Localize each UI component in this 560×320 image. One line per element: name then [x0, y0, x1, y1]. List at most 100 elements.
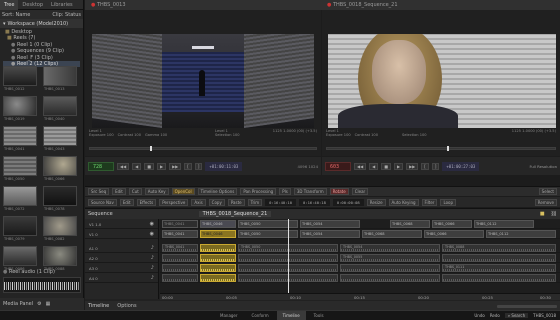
- filter-button[interactable]: Filter: [421, 198, 438, 206]
- redo-button[interactable]: Redo: [490, 313, 500, 318]
- source-timecode-2[interactable]: +01:00:11:03: [205, 161, 243, 171]
- timeline-playhead[interactable]: [288, 219, 289, 299]
- record-video-frame[interactable]: [328, 34, 556, 128]
- track-header-a2[interactable]: A2 0 ♪: [85, 253, 158, 263]
- cut-button[interactable]: Cut: [128, 188, 142, 195]
- mark-out-button[interactable]: ]: [431, 162, 440, 170]
- clip-thumb[interactable]: THBS_0082: [43, 216, 77, 241]
- play-reverse-button[interactable]: ◀: [369, 162, 379, 170]
- opencol-button[interactable]: OpenCol: [171, 188, 195, 195]
- marker-icon[interactable]: ■: [540, 211, 545, 217]
- search-field[interactable]: ⌕ Search: [504, 313, 529, 318]
- play-button[interactable]: ▶: [394, 162, 404, 170]
- video-clip[interactable]: THBS_0112: [486, 230, 556, 238]
- play-reverse-button[interactable]: ◀: [132, 162, 142, 170]
- media-panel-button[interactable]: Media Panel: [3, 301, 33, 307]
- audio-waveform-thumb[interactable]: [3, 277, 81, 293]
- auto-keying-button[interactable]: Auto Keying: [388, 198, 419, 206]
- stop-button[interactable]: ■: [144, 162, 155, 170]
- track-header-a3[interactable]: A3 0 ♪: [85, 263, 158, 273]
- clip-status-dropdown[interactable]: Clip: Status: [52, 12, 81, 18]
- audio-clip[interactable]: THBS_0088: [442, 244, 556, 252]
- tab-timeline-main[interactable]: Timeline: [276, 311, 306, 320]
- axis-button[interactable]: Axis: [191, 198, 206, 206]
- mark-in-button[interactable]: [: [184, 162, 192, 170]
- clip-thumb[interactable]: THBS_0086: [3, 246, 37, 271]
- clip-thumb[interactable]: THBS_0019: [3, 96, 37, 121]
- trim-button[interactable]: Trim: [247, 198, 263, 206]
- video-clip[interactable]: THBS_0054: [300, 220, 360, 228]
- effects-button[interactable]: Effects: [136, 198, 157, 206]
- audio-clip[interactable]: [340, 264, 440, 272]
- workspace-header[interactable]: ▾ Workspace (Model2010): [0, 19, 83, 28]
- video-clip[interactable]: THBS_0066: [432, 220, 472, 228]
- timeline-ruler[interactable]: 00:00 00:05 00:10 00:15 00:20 00:25 00:3…: [160, 293, 560, 300]
- video-clip[interactable]: THBS_0050: [238, 230, 298, 238]
- clip-thumb[interactable]: THBS_0043: [43, 126, 77, 151]
- prev-frame-button[interactable]: ◀◀: [354, 162, 367, 170]
- video-clip[interactable]: THBS_0068: [362, 230, 422, 238]
- mark-in-button[interactable]: [: [421, 162, 429, 170]
- duration-timecode[interactable]: 0:00:00:08: [332, 198, 364, 206]
- clear-button[interactable]: Clear: [351, 188, 369, 195]
- in-timecode[interactable]: 0:16:40:10: [265, 198, 296, 206]
- tab-desktop[interactable]: Desktop: [18, 0, 47, 10]
- pls-button[interactable]: Pls: [279, 188, 291, 195]
- zoom-slider[interactable]: [497, 304, 557, 308]
- undo-button[interactable]: Undo: [474, 313, 484, 318]
- loop-button[interactable]: Loop: [440, 198, 457, 206]
- next-frame-button[interactable]: ▶▶: [406, 162, 419, 170]
- speaker-icon[interactable]: ♪: [151, 255, 154, 261]
- full-resolution-dropdown[interactable]: Full Resolution: [529, 164, 557, 169]
- remove-button[interactable]: Remove: [534, 198, 557, 206]
- clip-thumb[interactable]: THBS_0041: [3, 126, 37, 151]
- audio-clip-selected[interactable]: [200, 244, 236, 252]
- clip-thumb[interactable]: THBS_0072: [3, 186, 37, 211]
- tab-tree[interactable]: Tree: [0, 0, 19, 10]
- audio-clip[interactable]: THBS_0055: [340, 254, 440, 262]
- video-clip-selected[interactable]: THBS_0046: [200, 230, 236, 238]
- video-clip[interactable]: THBS_0050: [238, 220, 298, 228]
- record-timecode-2[interactable]: +01:00:27:03: [442, 161, 480, 171]
- clip-thumb[interactable]: THBS_0088: [43, 246, 77, 271]
- audio-clip[interactable]: [340, 274, 440, 282]
- video-clip[interactable]: THBS_0041: [162, 230, 198, 238]
- eye-icon[interactable]: ◉: [150, 221, 154, 227]
- select-button[interactable]: Select: [538, 188, 557, 195]
- audio-clip[interactable]: [162, 254, 198, 262]
- source-nav-button[interactable]: Source Nav: [88, 198, 117, 206]
- track-header-v2[interactable]: V1 0 ◉: [85, 229, 158, 239]
- track-header-a4[interactable]: A4 0 ♪: [85, 273, 158, 283]
- timeline-sequence-tab[interactable]: Sequence: [88, 211, 113, 217]
- audio-clip-selected[interactable]: [200, 254, 236, 262]
- tab-options[interactable]: Options: [117, 303, 136, 309]
- audio-clip[interactable]: THBS_0111: [442, 264, 556, 272]
- video-clip[interactable]: THBS_0068: [390, 220, 430, 228]
- audio-clip[interactable]: THBS_0054: [340, 244, 440, 252]
- clip-thumb[interactable]: THBS_0050: [3, 156, 37, 181]
- audio-clip-selected[interactable]: [200, 264, 236, 272]
- next-frame-button[interactable]: ▶▶: [169, 162, 182, 170]
- auto-key-button[interactable]: Auto Key: [144, 188, 169, 195]
- rotate-button[interactable]: Rotate: [329, 188, 349, 195]
- link-icon[interactable]: ⛓: [551, 211, 557, 217]
- tab-viewer-right[interactable]: ● THBS_0018_Sequence_21: [321, 0, 560, 10]
- stop-button[interactable]: ■: [381, 162, 392, 170]
- out-timecode[interactable]: 0:16:40:18: [299, 198, 330, 206]
- video-clip[interactable]: THBS_0066: [424, 230, 484, 238]
- copy-button[interactable]: Copy: [208, 198, 225, 206]
- edit-button-2[interactable]: Edit: [119, 198, 134, 206]
- audio-clip[interactable]: [442, 274, 556, 282]
- edit-button[interactable]: Edit: [112, 188, 126, 195]
- video-clip[interactable]: THBS_0041: [162, 220, 198, 228]
- record-scrubber[interactable]: [326, 146, 556, 151]
- tab-timeline[interactable]: Timeline: [88, 303, 109, 309]
- speaker-icon[interactable]: ♪: [151, 275, 154, 281]
- tab-libraries[interactable]: Libraries: [47, 0, 77, 10]
- prev-frame-button[interactable]: ◀◀: [117, 162, 130, 170]
- source-scrubber[interactable]: [89, 146, 317, 151]
- sort-dropdown[interactable]: Sort: Name: [2, 12, 30, 18]
- track-header-a1[interactable]: A1 0 ♪: [85, 243, 158, 253]
- source-timecode[interactable]: 728: [88, 161, 114, 171]
- audio-clip[interactable]: THBS_0041: [162, 244, 198, 252]
